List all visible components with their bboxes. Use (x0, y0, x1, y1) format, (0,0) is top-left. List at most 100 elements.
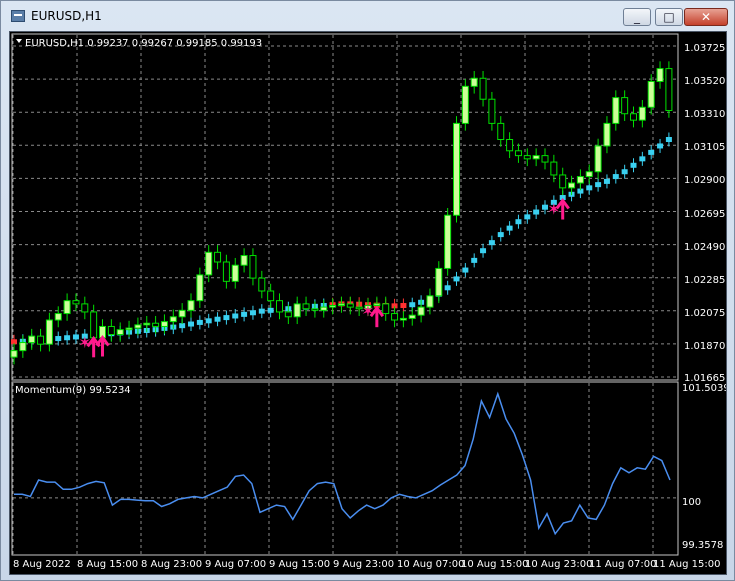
candle-body (603, 122, 611, 147)
candle-body (134, 324, 142, 329)
time-label: 10 Aug 15:00 (461, 559, 528, 570)
candle-body (665, 68, 673, 111)
ma-mark (249, 310, 256, 316)
ma-mark (462, 267, 469, 273)
ma-mark (267, 307, 274, 313)
time-label: 10 Aug 23:00 (525, 559, 592, 570)
price-label: 1.02490 (684, 242, 725, 253)
candle-body (435, 267, 443, 297)
candle-body (196, 274, 204, 302)
window-title: EURUSD,H1 (31, 9, 102, 23)
price-label: 1.02900 (684, 175, 725, 186)
candle-body (10, 350, 18, 358)
candle-body (222, 261, 230, 282)
momentum-pane[interactable]: Momentum(9) 99.5234 (11, 381, 679, 556)
close-button[interactable]: ✕ (684, 8, 728, 26)
candle-body (125, 327, 133, 331)
ma-mark (400, 303, 407, 309)
time-axis: 8 Aug 2022 8 Aug 15:00 8 Aug 23:00 9 Aug… (13, 559, 720, 570)
candle-body (461, 85, 469, 124)
candle-body (337, 303, 345, 307)
collapse-triangle-icon[interactable] (16, 39, 22, 43)
ma-mark (497, 232, 504, 238)
price-axis: 1.03725 1.03520 1.03310 1.03105 1.02900 … (684, 43, 725, 384)
candle-body (550, 161, 558, 176)
ma-mark (533, 209, 540, 215)
chart-area[interactable]: EURUSD,H1 0.99237 0.99267 0.99185 0.9919… (9, 31, 727, 575)
candle-body (90, 311, 98, 339)
candle-body (178, 309, 186, 318)
ma-mark (232, 313, 239, 319)
ma-mark (223, 315, 230, 321)
ma-mark (639, 156, 646, 162)
price-label: 1.01870 (684, 341, 725, 352)
ma-mark (480, 248, 487, 254)
candle-body (568, 182, 576, 189)
ma-mark (657, 143, 664, 149)
candles-layer (10, 61, 673, 365)
price-label: 1.02695 (684, 209, 725, 220)
candle-body (612, 97, 620, 124)
candle-body (382, 303, 390, 315)
candle-body (240, 255, 248, 266)
candle-body (116, 329, 124, 336)
candle-body (302, 303, 310, 310)
ma-mark (488, 240, 495, 246)
momentum-layer (14, 391, 671, 536)
momentum-info-text: Momentum(9) 99.5234 (15, 385, 131, 396)
candle-body (408, 314, 416, 319)
ma-mark (453, 276, 460, 282)
candle-body (63, 300, 71, 315)
ma-mark (64, 335, 71, 341)
time-label: 9 Aug 07:00 (205, 559, 266, 570)
candle-body (54, 313, 62, 321)
chart-app-icon (11, 10, 25, 22)
ma-mark (506, 225, 513, 231)
candle-body (293, 303, 301, 318)
ma-mark (586, 185, 593, 191)
candle-body (399, 317, 407, 321)
grid-lines (12, 35, 677, 554)
candle-body (276, 300, 283, 313)
candle-body (541, 155, 549, 163)
ma-mark (196, 319, 203, 325)
candle-body (267, 290, 275, 302)
time-label: 9 Aug 15:00 (269, 559, 330, 570)
momentum-label: 101.5039 (682, 383, 726, 394)
candle-body (329, 305, 337, 308)
maximize-button[interactable]: □ (655, 8, 683, 26)
candle-body (444, 214, 452, 269)
minimize-button[interactable]: _ (623, 8, 651, 26)
candle-body (284, 311, 292, 318)
price-label: 1.03105 (684, 142, 725, 153)
candle-body (479, 77, 487, 100)
candle-body (497, 122, 505, 141)
title-bar[interactable]: EURUSD,H1 _ □ ✕ (1, 1, 734, 31)
candle-body (559, 174, 567, 189)
candle-body (488, 98, 496, 124)
signal-star-icon: ✶ (547, 199, 560, 218)
candle-body (231, 264, 239, 282)
candle-body (81, 303, 89, 313)
ma-mark (595, 182, 602, 188)
ma-mark (205, 318, 212, 324)
candle-body (647, 80, 655, 108)
time-label: 8 Aug 23:00 (141, 559, 202, 570)
price-label: 1.03310 (684, 109, 725, 120)
candle-body (152, 322, 160, 327)
candle-body (630, 113, 637, 121)
signals-layer: ✶✶✶ (78, 198, 570, 358)
candle-body (585, 171, 593, 178)
candle-body (656, 68, 664, 82)
ma-mark (471, 257, 478, 263)
momentum-axis: 101.5039 100 99.3578 (682, 383, 726, 551)
candle-body (214, 251, 222, 263)
chart-canvas[interactable]: EURUSD,H1 0.99237 0.99267 0.99185 0.9919… (10, 32, 726, 574)
time-label: 11 Aug 07:00 (589, 559, 656, 570)
candle-body (311, 308, 319, 311)
ma-mark (515, 219, 522, 225)
ma-mark (409, 302, 416, 308)
moving-average-layer (11, 132, 672, 349)
candle-body (373, 303, 381, 307)
ma-mark (214, 316, 221, 322)
